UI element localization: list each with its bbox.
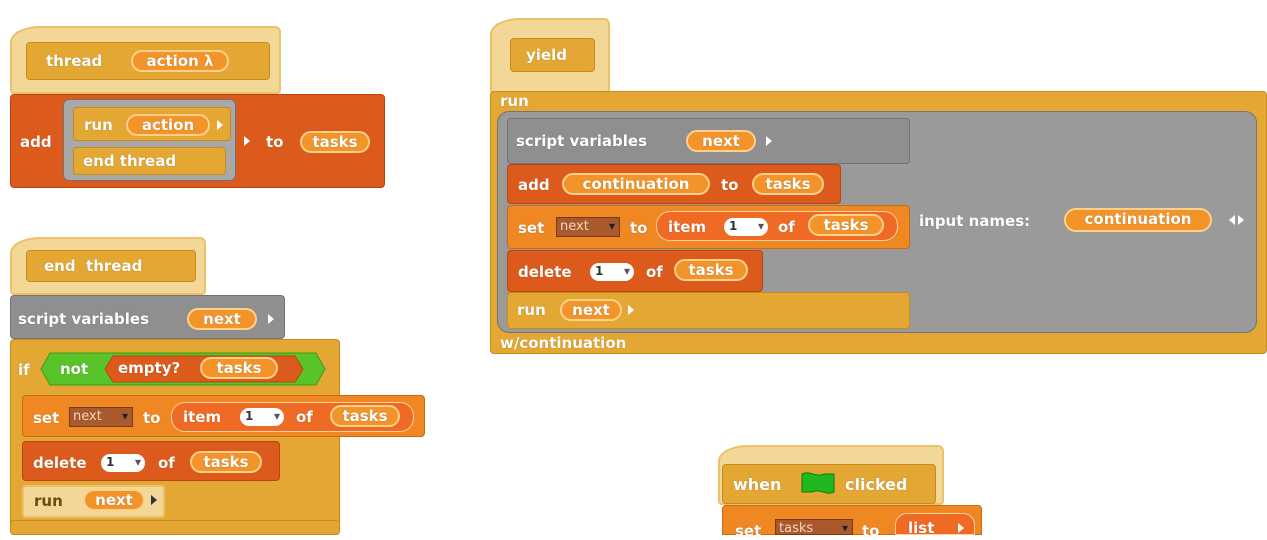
- to-label: to: [266, 133, 284, 151]
- yield-tasks-add[interactable]: tasks: [752, 173, 824, 195]
- yield-of-label: of: [778, 218, 795, 236]
- delete-label: delete: [33, 454, 87, 472]
- run-expand-arrow-icon[interactable]: [217, 120, 223, 130]
- yield-set-to-label: to: [630, 219, 648, 237]
- tasks-var-empty[interactable]: tasks: [200, 357, 278, 379]
- run-label-end: run: [34, 492, 63, 510]
- set-var-dropdown[interactable]: next ▾: [69, 407, 133, 427]
- dropdown-triangle-icon[interactable]: ▾: [122, 408, 128, 425]
- dropdown-triangle-icon[interactable]: ▾: [758, 218, 764, 235]
- yield-item-label: item: [668, 218, 707, 236]
- script-vars-arrow-icon[interactable]: [268, 314, 274, 324]
- var-next[interactable]: next: [187, 308, 257, 330]
- dropdown-triangle-icon[interactable]: ▾: [135, 454, 141, 471]
- tasks-var-item[interactable]: tasks: [330, 405, 400, 427]
- yield-inner-run-label: run: [517, 301, 546, 319]
- green-flag-icon: [801, 472, 835, 494]
- tasks-var[interactable]: tasks: [300, 131, 370, 153]
- input-names-left-arrow-icon[interactable]: [1229, 215, 1235, 225]
- tasks-var-delete[interactable]: tasks: [190, 451, 262, 473]
- end-thread-title: end thread: [44, 257, 143, 275]
- when-label: when: [733, 475, 782, 494]
- yield-tasks-item[interactable]: tasks: [808, 214, 884, 236]
- set-label: set: [33, 409, 60, 427]
- yield-run-arrow-icon[interactable]: [628, 305, 634, 315]
- empty-label: empty?: [118, 359, 181, 377]
- yield-run-arg-next[interactable]: next: [560, 299, 622, 321]
- of-label: of: [296, 408, 313, 426]
- yield-tasks-delete[interactable]: tasks: [674, 259, 748, 281]
- dropdown-triangle-icon[interactable]: ▾: [842, 520, 848, 537]
- yield-script-vars-arrow-icon[interactable]: [766, 136, 772, 146]
- dropdown-triangle-icon[interactable]: ▾: [624, 263, 630, 280]
- set-tasks-label: set: [735, 522, 762, 540]
- run-next-arrow-icon[interactable]: [151, 495, 157, 505]
- dropdown-triangle-icon[interactable]: ▾: [609, 218, 615, 235]
- ring-expand-arrow-icon[interactable]: [244, 136, 250, 146]
- delete-index-slot[interactable]: 1 ▾: [101, 454, 145, 472]
- list-arrow-icon[interactable]: [958, 523, 964, 533]
- input-names-right-arrow-icon[interactable]: [1238, 215, 1244, 225]
- yield-add-label: add: [518, 176, 550, 194]
- yield-delete-of-label: of: [646, 263, 663, 281]
- set-to-label: to: [143, 409, 161, 427]
- yield-delete-label: delete: [518, 263, 572, 281]
- if-label: if: [18, 361, 30, 379]
- dropdown-triangle-icon[interactable]: ▾: [274, 408, 280, 425]
- set-tasks-dropdown[interactable]: tasks ▾: [775, 519, 853, 537]
- end-thread-label: end thread: [83, 152, 177, 170]
- yield-delete-index-slot[interactable]: 1 ▾: [590, 263, 634, 281]
- run-arg-next[interactable]: next: [83, 489, 145, 511]
- thread-word: thread: [46, 52, 103, 70]
- clicked-label: clicked: [845, 475, 908, 494]
- item-index-slot[interactable]: 1 ▾: [240, 408, 284, 426]
- yield-title: yield: [526, 46, 567, 64]
- yield-set-var-dropdown[interactable]: next ▾: [556, 217, 620, 237]
- w-continuation-label: w/continuation: [500, 334, 627, 352]
- input-names-label: input names:: [919, 212, 1031, 230]
- set-tasks-to-label: to: [862, 522, 880, 540]
- add-label: add: [20, 133, 52, 151]
- yield-continuation-var[interactable]: continuation: [562, 173, 710, 195]
- item-label: item: [183, 408, 222, 426]
- yield-add-to-label: to: [721, 176, 739, 194]
- not-label: not: [60, 360, 89, 378]
- script-variables-label: script variables: [18, 310, 150, 328]
- list-label: list: [908, 519, 935, 537]
- delete-of-label: of: [158, 454, 175, 472]
- yield-script-variables-label: script variables: [516, 132, 648, 150]
- run-arg-action[interactable]: action: [126, 114, 210, 136]
- yield-item-index-slot[interactable]: 1 ▾: [724, 218, 768, 236]
- yield-set-label: set: [518, 219, 545, 237]
- run-label: run: [84, 116, 113, 134]
- yield-var-next[interactable]: next: [686, 130, 756, 152]
- thread-param-action[interactable]: action λ: [131, 50, 229, 72]
- input-name-continuation[interactable]: continuation: [1064, 208, 1212, 232]
- if-block-bottom: [10, 520, 340, 535]
- yield-run-label: run: [500, 92, 529, 110]
